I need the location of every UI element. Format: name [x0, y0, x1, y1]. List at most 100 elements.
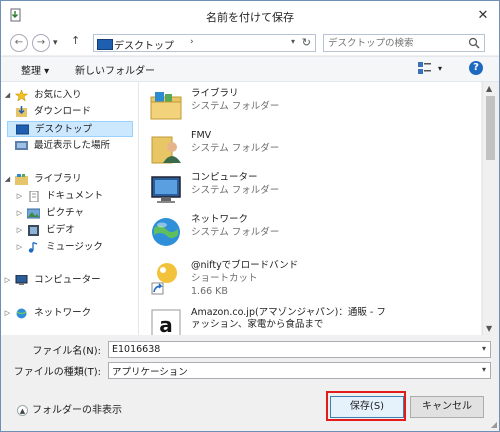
filename-dropdown-button[interactable]: ▾: [482, 344, 486, 353]
filetype-dropdown-button[interactable]: ▾: [482, 365, 486, 374]
nav-item-label: コンピューター: [34, 274, 101, 286]
forward-button[interactable]: →: [32, 34, 50, 52]
svg-text:a: a: [159, 313, 173, 335]
item-name: コンピューター: [191, 172, 258, 183]
documents-icon: [29, 190, 39, 202]
address-bar[interactable]: デスクトップ › ▾ ↻: [93, 34, 316, 52]
desktop-icon: [16, 124, 29, 135]
search-input[interactable]: [328, 36, 458, 50]
nav-item-label: ミュージック: [46, 241, 103, 253]
cancel-button[interactable]: キャンセル: [410, 396, 484, 418]
filename-input[interactable]: [112, 343, 472, 356]
nav-item-label: お気に入り: [34, 89, 82, 101]
network-globe-icon: [152, 218, 180, 246]
address-dropdown-button[interactable]: ▾: [291, 37, 295, 46]
nav-item-downloads[interactable]: ダウンロード: [15, 104, 91, 120]
amazon-icon: a: [151, 309, 181, 335]
view-options-icon[interactable]: [418, 62, 432, 74]
refresh-button[interactable]: ↻: [302, 36, 311, 49]
command-toolbar: 整理 ▾ 新しいフォルダー ▾ ?: [1, 56, 499, 82]
item-type: システム フォルダー: [191, 143, 280, 154]
nav-item-label: ダウンロード: [34, 106, 92, 117]
help-icon[interactable]: ?: [469, 61, 483, 75]
expander-icon[interactable]: ▷: [15, 205, 24, 221]
list-item[interactable]: a Amazon.co.jp(アマゾンジャパン)：通販 - ファッション、家電か…: [139, 304, 469, 335]
item-size: 1.66 KB: [191, 286, 228, 297]
address-text: デスクトップ: [114, 41, 174, 52]
filetype-select[interactable]: アプリケーション ▾: [108, 362, 491, 379]
item-name: @niftyでブロードバンド: [191, 260, 299, 271]
close-button[interactable]: ✕: [473, 7, 493, 25]
nav-item-music[interactable]: ▷ ミュージック: [15, 239, 103, 255]
scroll-thumb[interactable]: [486, 96, 495, 160]
collapse-icon: ▲: [17, 404, 28, 416]
filename-field[interactable]: ▾: [108, 341, 491, 358]
list-item[interactable]: コンピューター システム フォルダー: [139, 169, 469, 211]
new-folder-button[interactable]: 新しいフォルダー: [75, 62, 155, 77]
back-button[interactable]: ←: [10, 34, 28, 52]
scroll-down-arrow-icon[interactable]: ▼: [486, 324, 492, 333]
navigation-bar: ← → ▾ ↑ デスクトップ › ▾ ↻: [1, 31, 499, 55]
scroll-up-arrow-icon[interactable]: ▲: [486, 84, 492, 93]
organize-menu[interactable]: 整理 ▾: [21, 62, 49, 77]
nav-item-documents[interactable]: ▷ ドキュメント: [15, 188, 103, 204]
vertical-scrollbar[interactable]: ▲ ▼: [482, 82, 499, 335]
title-bar: 名前を付けて保存 ✕: [1, 1, 499, 31]
network-icon: [16, 308, 27, 318]
list-item[interactable]: @niftyでブロードバンド ショートカット 1.66 KB: [139, 257, 469, 299]
expander-icon[interactable]: ▷: [3, 305, 12, 321]
download-icon: [16, 106, 27, 117]
up-button[interactable]: ↑: [71, 34, 80, 47]
view-options-dropdown[interactable]: ▾: [438, 64, 442, 73]
list-item[interactable]: FMV システム フォルダー: [139, 127, 469, 169]
nav-item-label: ビデオ: [46, 224, 75, 236]
dialog-title: 名前を付けて保存: [206, 11, 294, 24]
star-icon: [15, 89, 29, 101]
list-item[interactable]: ネットワーク システム フォルダー: [139, 211, 469, 253]
file-list: ライブラリ システム フォルダー FMV システム フォルダー コンピューター …: [139, 82, 481, 335]
nav-item-network[interactable]: ▷ ネットワーク: [3, 305, 91, 321]
hide-folders-button[interactable]: ▲ フォルダーの非表示: [17, 401, 122, 416]
nav-item-label: デスクトップ: [35, 124, 93, 135]
expander-icon[interactable]: ▷: [15, 222, 24, 238]
expander-icon[interactable]: ▷: [3, 272, 12, 288]
nav-item-pictures[interactable]: ▷ ピクチャ: [15, 205, 84, 221]
save-button[interactable]: 保存(S): [330, 396, 404, 418]
expander-icon[interactable]: ▷: [15, 239, 24, 255]
item-type: ショートカット: [191, 273, 258, 284]
computer-icon: [151, 176, 181, 203]
library-folder-icon: [150, 92, 182, 120]
desktop-folder-icon: [97, 39, 113, 50]
list-item[interactable]: ライブラリ システム フォルダー: [139, 85, 469, 127]
nav-item-recent-places[interactable]: 最近表示した場所: [15, 138, 110, 154]
item-type: システム フォルダー: [191, 101, 280, 112]
nav-item-videos[interactable]: ▷ ビデオ: [15, 222, 75, 238]
expander-icon[interactable]: ◢: [3, 87, 12, 103]
expander-icon[interactable]: ▷: [15, 188, 24, 204]
user-folder-icon: [151, 136, 181, 164]
item-name: FMV: [191, 130, 212, 141]
nav-item-label: ドキュメント: [46, 190, 104, 202]
nav-item-label: ライブラリ: [34, 173, 82, 185]
nav-item-computer[interactable]: ▷ コンピューター: [3, 272, 101, 288]
resize-grip-icon[interactable]: ◢: [491, 420, 497, 429]
item-name: ネットワーク: [191, 214, 249, 225]
filename-label: ファイル名(N):: [32, 346, 101, 357]
search-box[interactable]: [323, 34, 485, 52]
filetype-value: アプリケーション: [112, 367, 188, 378]
nav-item-label: 最近表示した場所: [34, 140, 111, 151]
address-chevron-icon[interactable]: ›: [190, 37, 194, 47]
nav-item-label: ピクチャ: [46, 207, 84, 219]
pictures-icon: [27, 208, 41, 218]
search-icon[interactable]: [468, 37, 480, 49]
filetype-label: ファイルの種類(T):: [13, 367, 101, 378]
nav-item-favorites[interactable]: ◢ お気に入り: [3, 87, 82, 103]
save-form: ファイル名(N): ▾ ファイルの種類(T): アプリケーション ▾: [1, 336, 499, 386]
item-type: システム フォルダー: [191, 185, 280, 196]
nifty-shortcut-icon: [151, 263, 177, 295]
recent-locations-dropdown[interactable]: ▾: [53, 38, 58, 48]
nav-item-desktop[interactable]: デスクトップ: [7, 121, 133, 137]
nav-item-libraries[interactable]: ◢ ライブラリ: [3, 171, 82, 187]
hide-folders-label: フォルダーの非表示: [32, 405, 122, 416]
expander-icon[interactable]: ◢: [3, 171, 12, 187]
